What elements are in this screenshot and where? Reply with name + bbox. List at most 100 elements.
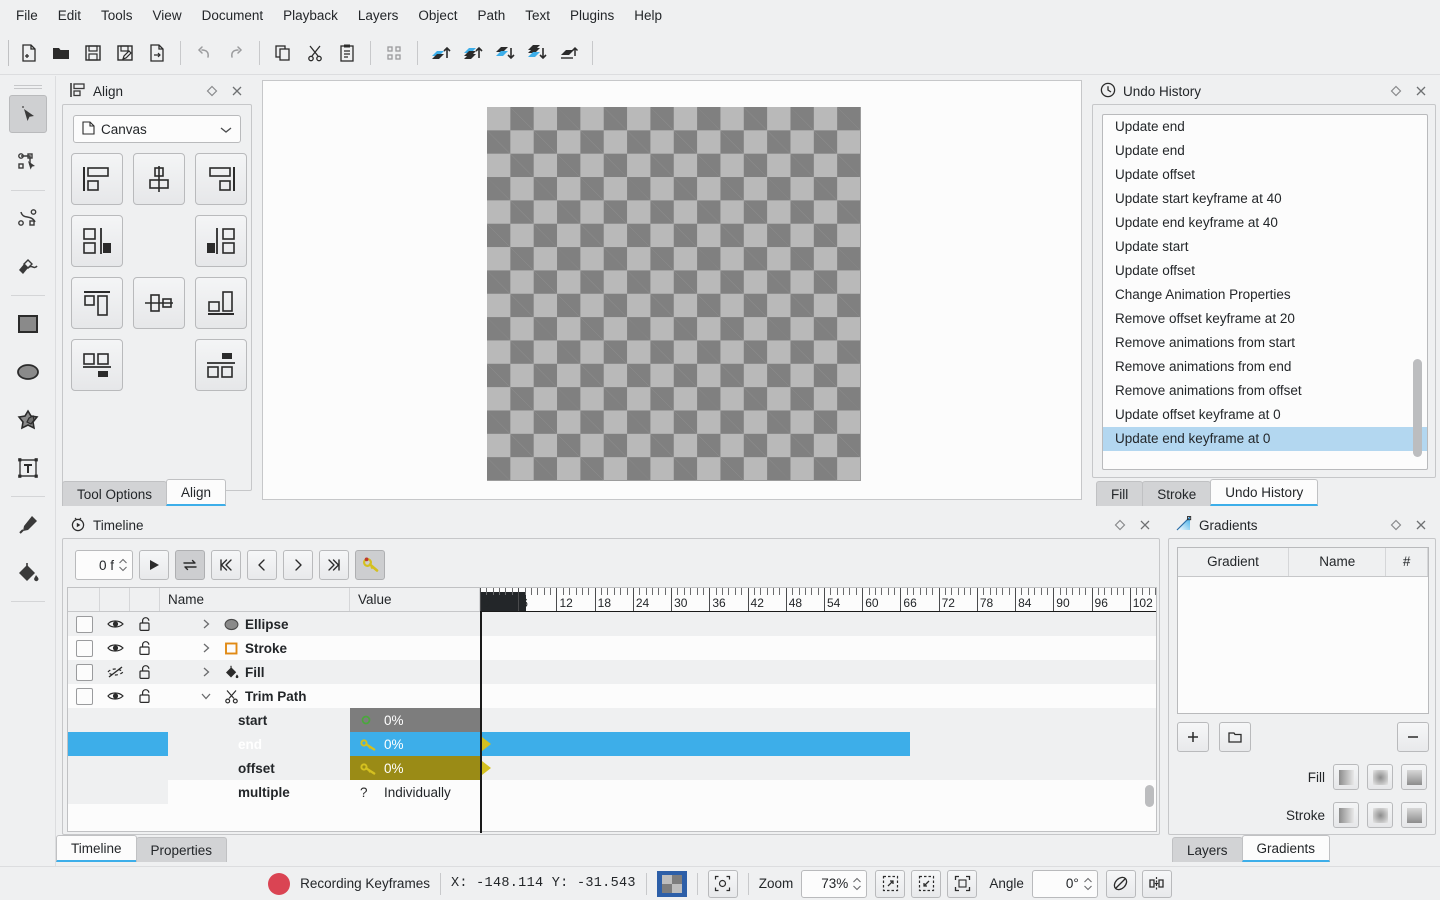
menu-help[interactable]: Help bbox=[624, 4, 672, 27]
angle-spinner-arrows[interactable] bbox=[1083, 876, 1093, 892]
menu-object[interactable]: Object bbox=[408, 4, 467, 27]
timeline-track-area[interactable] bbox=[480, 612, 1156, 812]
timeline-vertical-scrollbar[interactable] bbox=[1145, 785, 1154, 807]
go-to-end-button[interactable] bbox=[319, 550, 349, 580]
undo-history-item[interactable]: Remove animations from offset bbox=[1103, 379, 1427, 403]
tab-fill[interactable]: Fill bbox=[1096, 481, 1144, 506]
lower-to-bottom-icon[interactable] bbox=[522, 38, 552, 68]
close-icon[interactable] bbox=[1136, 516, 1154, 534]
select-all-icon[interactable] bbox=[379, 38, 409, 68]
undo-history-scrollbar[interactable] bbox=[1413, 359, 1422, 457]
keyframe-icon[interactable] bbox=[360, 762, 376, 775]
align-left-button[interactable] bbox=[71, 153, 123, 205]
reset-rotation-button[interactable] bbox=[1105, 869, 1136, 898]
timeline-row-value-cell[interactable] bbox=[350, 636, 480, 660]
timeline-row-name-cell[interactable]: Fill bbox=[160, 664, 350, 680]
undo-history-item[interactable]: Update offset keyframe at 0 bbox=[1103, 403, 1427, 427]
menu-view[interactable]: View bbox=[143, 4, 192, 27]
menu-playback[interactable]: Playback bbox=[273, 4, 348, 27]
timeline-row-name-cell[interactable]: Stroke bbox=[160, 641, 350, 656]
record-keyframes-button[interactable] bbox=[355, 550, 385, 580]
timeline-row-value-cell[interactable] bbox=[350, 684, 480, 708]
timeline-row-name-cell[interactable]: start bbox=[160, 713, 350, 728]
new-file-icon[interactable] bbox=[14, 38, 44, 68]
previous-frame-button[interactable] bbox=[247, 550, 277, 580]
eye-off-icon[interactable] bbox=[100, 665, 130, 679]
undo-history-item[interactable]: Update end keyframe at 0 bbox=[1103, 427, 1427, 451]
layer-checkbox[interactable] bbox=[68, 663, 100, 681]
next-frame-button[interactable] bbox=[283, 550, 313, 580]
undo-history-item[interactable]: Update end keyframe at 40 bbox=[1103, 211, 1427, 235]
loop-button[interactable] bbox=[175, 550, 205, 580]
fill-radial-gradient-swatch[interactable] bbox=[1367, 764, 1393, 790]
timeline-row-name-cell[interactable]: Trim Path bbox=[160, 689, 350, 704]
eye-icon[interactable] bbox=[100, 689, 130, 703]
angle-input[interactable]: 0° bbox=[1031, 869, 1098, 898]
lock-open-icon[interactable] bbox=[130, 688, 160, 704]
canvas-view[interactable] bbox=[262, 80, 1082, 500]
align-relative-to-dropdown[interactable]: Canvas bbox=[73, 115, 241, 143]
group-layer-icon[interactable] bbox=[554, 38, 584, 68]
undo-history-list[interactable]: Update end Update end Update offset Update … bbox=[1102, 114, 1428, 470]
flip-view-button[interactable] bbox=[1141, 869, 1172, 898]
keyframe-marker[interactable] bbox=[482, 737, 491, 751]
undo-icon[interactable] bbox=[189, 38, 219, 68]
frame-spinner-arrows[interactable] bbox=[118, 557, 128, 573]
layer-checkbox[interactable] bbox=[68, 615, 100, 633]
gradients-table[interactable]: Gradient Name # bbox=[1177, 547, 1429, 714]
gradients-column-gradient[interactable]: Gradient bbox=[1178, 548, 1290, 576]
timeline-row-value-cell[interactable]: ? Individually bbox=[350, 780, 480, 804]
tab-stroke[interactable]: Stroke bbox=[1142, 481, 1212, 506]
fill-tool[interactable] bbox=[9, 554, 47, 592]
undo-history-item[interactable]: Update offset bbox=[1103, 259, 1427, 283]
lock-open-icon[interactable] bbox=[130, 616, 160, 632]
add-gradient-button[interactable] bbox=[1177, 722, 1209, 752]
color-picker-tool[interactable] bbox=[9, 506, 47, 544]
bezier-tool[interactable] bbox=[9, 200, 47, 238]
text-tool[interactable] bbox=[9, 449, 47, 487]
timeline-row-name-cell[interactable]: end bbox=[160, 737, 350, 752]
menu-document[interactable]: Document bbox=[192, 4, 274, 27]
undo-history-item[interactable]: Update start bbox=[1103, 235, 1427, 259]
paste-icon[interactable] bbox=[332, 38, 362, 68]
tab-gradients[interactable]: Gradients bbox=[1241, 835, 1331, 862]
save-as-icon[interactable] bbox=[110, 38, 140, 68]
stroke-conical-gradient-swatch[interactable] bbox=[1401, 802, 1427, 828]
keyframe-icon[interactable] bbox=[360, 738, 376, 751]
export-icon[interactable] bbox=[142, 38, 172, 68]
gradients-column-name[interactable]: Name bbox=[1289, 548, 1387, 576]
lock-open-icon[interactable] bbox=[130, 640, 160, 656]
timeline-row-value-cell[interactable]: 0% bbox=[350, 708, 480, 732]
timeline-row-name-cell[interactable]: multiple bbox=[160, 785, 350, 800]
eye-icon[interactable] bbox=[100, 641, 130, 655]
menu-tools[interactable]: Tools bbox=[91, 4, 143, 27]
toolbar-grip[interactable] bbox=[8, 39, 9, 66]
artboard-checkerboard[interactable] bbox=[487, 107, 861, 481]
lock-open-icon[interactable] bbox=[130, 664, 160, 680]
eye-icon[interactable] bbox=[100, 617, 130, 631]
float-panel-icon[interactable] bbox=[1111, 516, 1129, 534]
tab-align[interactable]: Align bbox=[166, 479, 227, 506]
current-frame-input[interactable]: 0 f bbox=[75, 550, 133, 580]
layer-checkbox[interactable] bbox=[68, 687, 100, 705]
tab-undo-history[interactable]: Undo History bbox=[1210, 479, 1319, 506]
layer-checkbox[interactable] bbox=[68, 639, 100, 657]
redo-icon[interactable] bbox=[221, 38, 251, 68]
load-gradient-button[interactable] bbox=[1218, 722, 1251, 752]
undo-history-item[interactable]: Remove offset keyframe at 20 bbox=[1103, 307, 1427, 331]
timeline-ruler[interactable]: 0 6 12 18 24 30 36 42 48 54 60 66 72 78 84 90 96 102 bbox=[480, 588, 1156, 612]
align-outside-top-button[interactable] bbox=[71, 339, 123, 391]
open-folder-icon[interactable] bbox=[46, 38, 76, 68]
align-outside-bottom-button[interactable] bbox=[195, 339, 247, 391]
rectangle-tool[interactable] bbox=[9, 305, 47, 343]
copy-icon[interactable] bbox=[268, 38, 298, 68]
timeline-row-name-cell[interactable]: Ellipse bbox=[160, 617, 350, 632]
undo-history-item[interactable]: Update start keyframe at 40 bbox=[1103, 187, 1427, 211]
timeline-row-value-cell[interactable] bbox=[350, 612, 480, 636]
timeline-row-name-cell[interactable]: offset bbox=[160, 761, 350, 776]
ellipse-tool[interactable] bbox=[9, 353, 47, 391]
close-icon[interactable] bbox=[1412, 516, 1430, 534]
close-icon[interactable] bbox=[1412, 82, 1430, 100]
go-to-start-button[interactable] bbox=[211, 550, 241, 580]
timeline-row-value-cell[interactable] bbox=[350, 660, 480, 684]
